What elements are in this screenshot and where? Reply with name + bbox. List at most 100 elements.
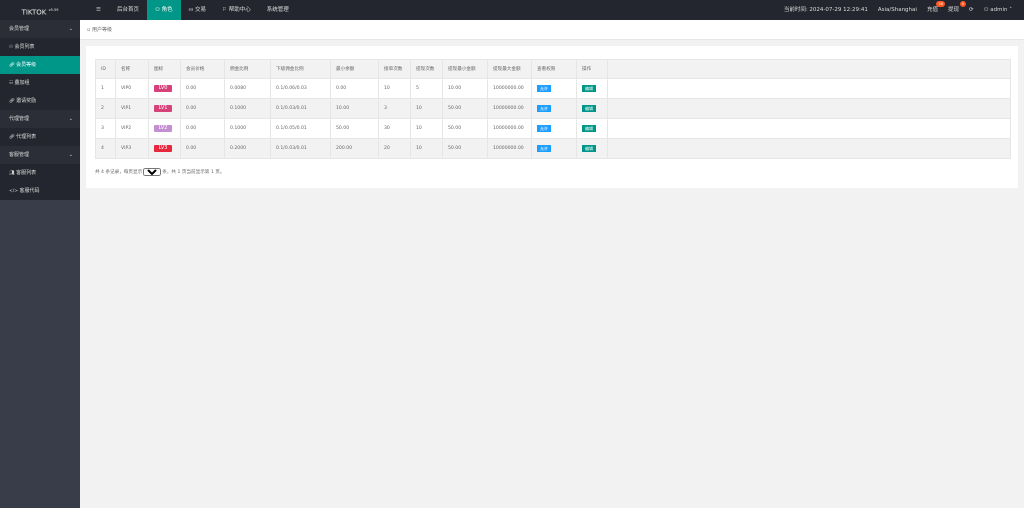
edit-button[interactable]: 编辑 [582, 85, 596, 92]
table-cell: 允许 [531, 118, 577, 139]
nav-item-0[interactable]: ☰ [88, 0, 109, 20]
table-cell: 50.00 [442, 118, 488, 139]
table-cell: 0.1000 [224, 118, 271, 139]
column-header: 提现最大金额 [487, 59, 532, 79]
permission-button[interactable]: 允许 [537, 125, 551, 132]
table-cell: 10 [378, 78, 411, 99]
sidebar-item-8[interactable]: 👥︎ 客服列表 [0, 164, 80, 182]
recharge-link[interactable]: 充值 56 [927, 0, 945, 20]
table-cell: 10000000.00 [487, 118, 532, 139]
level-table: ID 名称 图标 会员价格 佣金比例 下级佣金比例 最小余额 接单次数 提现次数 提现最小金额 提现… [95, 59, 1011, 159]
table-cell: 0.1/0.03/0.01 [270, 98, 331, 119]
table-cell: 允许 [531, 98, 577, 119]
column-header: 提现次数 [410, 59, 443, 79]
column-header: 佣金比例 [224, 59, 271, 79]
table-cell: 0.00 [180, 78, 225, 99]
nav-item-3[interactable]: ⛀ 交易 [181, 0, 214, 20]
table-cell: 0.00 [180, 98, 225, 119]
table-cell: 200.00 [330, 138, 379, 159]
nav-item-4[interactable]: ⚐ 帮助中心 [214, 0, 259, 20]
table-cell: 4 [95, 138, 116, 159]
column-header: 名称 [115, 59, 149, 79]
permission-button[interactable]: 允许 [537, 105, 551, 112]
table-cell: 0.2000 [224, 138, 271, 159]
withdraw-link[interactable]: 提现 5 [948, 0, 966, 20]
edit-button[interactable]: 编辑 [582, 105, 596, 112]
table-cell: 0.00 [180, 138, 225, 159]
table-cell: 0.1/0.03/0.01 [270, 138, 331, 159]
permission-button[interactable]: 允许 [537, 85, 551, 92]
chevron-down-icon: ⌄ [68, 152, 73, 158]
table-cell: 2 [95, 98, 116, 119]
chevron-down-icon: ⌄ [68, 26, 73, 32]
edit-button[interactable]: 编辑 [582, 145, 596, 152]
table-cell: 10 [410, 138, 443, 159]
sidebar-item-1[interactable]: ⚇ 会员列表 [0, 38, 80, 56]
table-cell: 10 [410, 98, 443, 119]
user-menu[interactable]: ⚇ admin ˄ [984, 0, 1012, 20]
table-cell: LV2 [148, 118, 181, 139]
table-cell: 允许 [531, 138, 577, 159]
table-cell: 0.0080 [224, 78, 271, 99]
table-cell: 50.00 [330, 118, 379, 139]
level-icon: LV1 [154, 105, 172, 112]
table-row: 4 VIP3 LV3 0.00 0.2000 0.1/0.03/0.01 200.00 20 1… [95, 138, 1011, 159]
table-row: 3 VIP2 LV2 0.00 0.1000 0.1/0.05/0.01 50.00 30 10… [95, 118, 1011, 139]
table-cell: 0.1/0.06/0.03 [270, 78, 331, 99]
table-cell: 1 [95, 78, 116, 99]
sidebar-item-9[interactable]: </> 客服代码 [0, 182, 80, 200]
table-cell: VIP2 [115, 118, 149, 139]
table-cell: 10 [410, 118, 443, 139]
table-cell: 10.00 [330, 98, 379, 119]
nav-item-1[interactable]: 后台首页 [109, 0, 147, 20]
table-cell: VIP3 [115, 138, 149, 159]
table-cell: 10000000.00 [487, 98, 532, 119]
level-icon: LV2 [154, 125, 172, 132]
sidebar-item-2[interactable]: 🔗︎ 会员等级 [0, 56, 80, 74]
edit-button[interactable]: 编辑 [582, 125, 596, 132]
breadcrumb: ▫ 用户等级 [80, 20, 1024, 40]
table-cell: LV1 [148, 98, 181, 119]
nav-item-2[interactable]: ⚇ 角色 [146, 0, 181, 20]
refresh-icon[interactable]: ⟳ [969, 0, 974, 20]
table-cell: 10000000.00 [487, 78, 532, 99]
permission-button[interactable]: 允许 [537, 145, 551, 152]
sidebar-item-0[interactable]: 会员管理 ⌄ [0, 20, 80, 38]
table-cell: 50.00 [442, 138, 488, 159]
sidebar-item-5[interactable]: 代理管理 ⌄ [0, 110, 80, 128]
column-header: 操作 [576, 59, 608, 79]
sidebar-item-6[interactable]: 🔗︎ 代理列表 [0, 128, 80, 146]
sidebar: 会员管理 ⌄ ⚇ 会员列表 🔗︎ 会员等级 ☷ 叠加组 🔗︎ 邀请奖励 代理管理 ⌄ 🔗︎ 代理… [0, 20, 80, 508]
table-cell: 0.1/0.05/0.01 [270, 118, 331, 139]
table-cell: VIP1 [115, 98, 149, 119]
sidebar-item-7[interactable]: 客服管理 ⌄ [0, 146, 80, 164]
table-cell-spacer [607, 98, 1011, 119]
table-cell-spacer [607, 78, 1011, 99]
table-cell: 编辑 [576, 138, 608, 159]
sidebar-item-4[interactable]: 🔗︎ 邀请奖励 [0, 92, 80, 110]
top-nav: ☰ 后台首页 ⚇ 角色 ⛀ 交易 ⚐ 帮助中心 系统管理 [88, 0, 297, 20]
table-cell: 50.00 [442, 98, 488, 119]
top-bar: TIKTOK v5.59 ☰ 后台首页 ⚇ 角色 ⛀ 交易 ⚐ 帮助中心 系统管理 当前时… [0, 0, 1024, 20]
flag-icon: ⚐ [222, 7, 229, 13]
user-icon: ⚇ [154, 7, 162, 13]
column-header: 下级佣金比例 [270, 59, 331, 79]
table-cell: 3 [378, 98, 411, 119]
timezone: Asia/Shanghai [877, 7, 917, 13]
table-cell: 5 [410, 78, 443, 99]
per-page-select[interactable]: 20 [143, 168, 162, 176]
column-header: 接单次数 [378, 59, 411, 79]
column-spacer [607, 59, 1011, 79]
column-header: 会员价格 [180, 59, 225, 79]
table-cell: LV0 [148, 78, 181, 99]
chevron-down-icon: ⌄ [68, 116, 73, 122]
sidebar-item-3[interactable]: ☷ 叠加组 [0, 74, 80, 92]
table-cell: 允许 [531, 78, 577, 99]
pagination-info: 共 4 条记录，每页显示 20 条，共 1 页当前显示第 1 页。 [95, 168, 224, 176]
column-header: 图标 [148, 59, 181, 79]
level-icon: LV3 [154, 145, 172, 152]
table-row: 2 VIP1 LV1 0.00 0.1000 0.1/0.03/0.01 10.00 3 10 5… [95, 98, 1011, 119]
code-icon: </> [9, 189, 20, 194]
nav-item-5[interactable]: 系统管理 [259, 0, 297, 20]
content-card: ID 名称 图标 会员价格 佣金比例 下级佣金比例 最小余额 接单次数 提现次数 提现最小金额 提现… [86, 46, 1018, 188]
